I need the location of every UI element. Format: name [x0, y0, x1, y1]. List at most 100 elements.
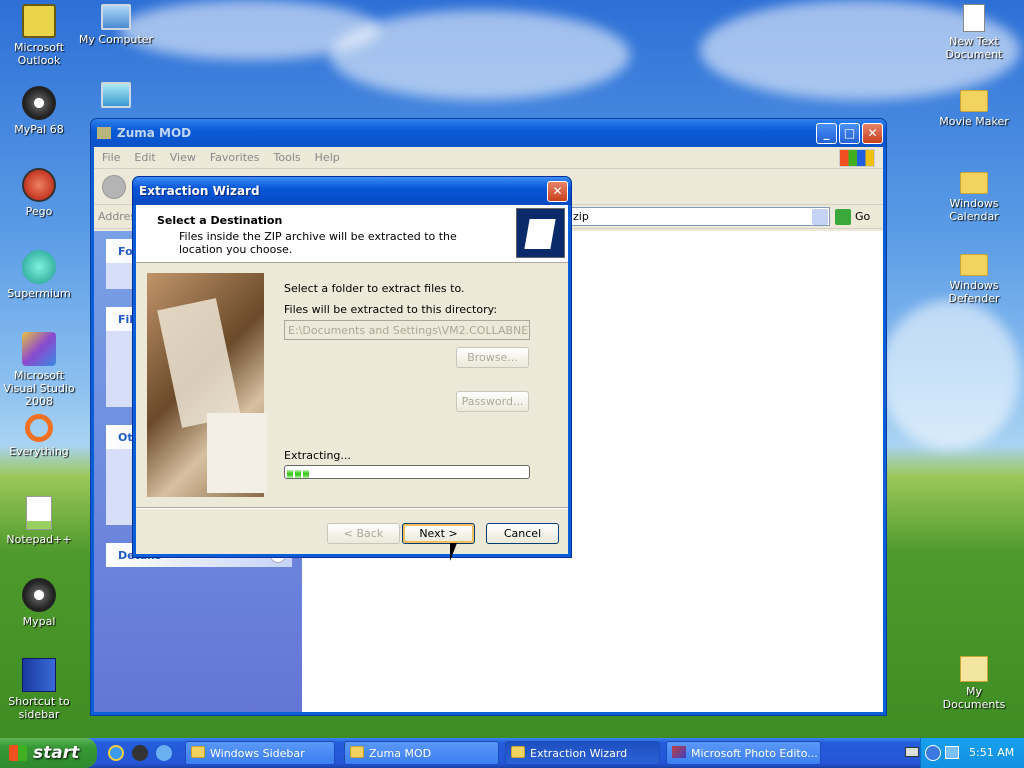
start-label: start [33, 743, 80, 763]
desktop-icon-supermium[interactable]: Supermium [0, 250, 79, 300]
task-zuma-mod[interactable]: Zuma MOD [344, 741, 499, 765]
desktop-icon-mypal[interactable]: Mypal [0, 578, 79, 628]
progress-bar [284, 465, 530, 479]
notepadpp-icon [26, 496, 52, 530]
mypal-icon[interactable] [132, 745, 148, 761]
desktop-icon-label: Microsoft Visual Studio 2008 [3, 369, 75, 408]
sidebar-icon [22, 658, 56, 692]
folder-icon [97, 127, 111, 139]
desktop-icon-my-computer[interactable]: My Computer [76, 4, 156, 46]
wizard-close-button[interactable]: ✕ [547, 181, 568, 202]
desktop-icon-label: My Documents [942, 685, 1006, 711]
desktop-icon-windows-defender[interactable]: Windows Defender [934, 250, 1014, 305]
wizard-header: Select a Destination Files inside the ZI… [136, 205, 568, 263]
back-icon[interactable] [102, 175, 126, 199]
taskbar: start Windows Sidebar Zuma MOD Extractio… [0, 738, 1024, 768]
windows-logo-icon [9, 745, 27, 761]
folder-icon [960, 90, 988, 112]
desktop-icon-everything[interactable]: Everything [0, 414, 79, 458]
desktop-icon-windows-calendar[interactable]: Windows Calendar [934, 168, 1014, 223]
desktop-icon-outlook[interactable]: Microsoft Outlook [0, 4, 79, 67]
go-icon[interactable] [835, 209, 851, 225]
cancel-button[interactable]: Cancel [486, 523, 559, 544]
desktop-icon-label: Windows Calendar [949, 197, 999, 223]
supermium-icon [22, 250, 56, 284]
desktop-icon-pego[interactable]: Pego [0, 168, 79, 218]
desktop-icon-notepadpp[interactable]: Notepad++ [0, 496, 79, 546]
task-extraction-wizard[interactable]: Extraction Wizard [505, 741, 660, 765]
desktop-icon-label: Movie Maker [939, 115, 1009, 128]
text-document-icon [963, 4, 985, 32]
desktop-icon-label: Microsoft Outlook [13, 41, 65, 67]
browse-button[interactable]: Browse... [456, 347, 529, 368]
desktop-icon-label: My Computer [78, 33, 154, 46]
desktop-icon-network[interactable] [76, 82, 156, 111]
wizard-illustration [147, 273, 267, 497]
menu-help[interactable]: Help [315, 151, 340, 164]
desktop-icon-my-documents[interactable]: My Documents [934, 656, 1014, 711]
network-icon[interactable] [945, 746, 959, 759]
explorer-titlebar[interactable]: Zuma MOD [91, 119, 886, 147]
wizard-subheading: Files inside the ZIP archive will be ext… [179, 230, 457, 256]
menu-tools[interactable]: Tools [274, 151, 301, 164]
desktop-icon-mypal68[interactable]: MyPal 68 [0, 86, 79, 136]
address-dropdown-button[interactable] [812, 209, 828, 225]
network-computer-icon [101, 82, 131, 108]
address-input[interactable]: zip [568, 207, 830, 226]
task-photo-editor[interactable]: Microsoft Photo Edito... [666, 741, 821, 765]
folder-icon [960, 172, 988, 194]
directory-value: E:\Documents and Settings\VM2.COLLABNET\… [288, 324, 530, 337]
pego-icon [22, 168, 56, 202]
select-folder-label: Select a folder to extract files to. [284, 282, 465, 295]
window-title: Zuma MOD [117, 126, 192, 140]
go-label[interactable]: Go [855, 210, 870, 223]
wizard-divider [136, 507, 568, 509]
back-button[interactable]: < Back [327, 523, 400, 544]
mouse-cursor-icon [450, 543, 457, 561]
password-button[interactable]: Password... [456, 391, 529, 412]
maximize-button[interactable]: □ [839, 123, 860, 144]
wizard-heading: Select a Destination [157, 214, 283, 227]
close-button[interactable]: ✕ [862, 123, 883, 144]
browser-icon[interactable] [156, 745, 172, 761]
computer-icon [101, 4, 131, 30]
menu-favorites[interactable]: Favorites [210, 151, 260, 164]
visual-studio-icon [22, 332, 56, 366]
ie-icon[interactable] [108, 745, 124, 761]
menu-bar: File Edit View Favorites Tools Help [94, 147, 883, 169]
tray-expand-icon[interactable] [925, 745, 941, 761]
directory-field[interactable]: E:\Documents and Settings\VM2.COLLABNET\… [284, 320, 530, 340]
folder-icon [511, 746, 525, 758]
wizard-titlebar[interactable]: Extraction Wizard [133, 177, 571, 205]
start-button[interactable]: start [0, 738, 97, 768]
quick-launch [108, 745, 176, 761]
desktop-icon-label: Shortcut to sidebar [8, 695, 70, 721]
menu-file[interactable]: File [102, 151, 120, 164]
raccoon-icon [22, 86, 56, 120]
keyboard-icon[interactable] [905, 747, 919, 757]
task-label: Windows Sidebar [210, 747, 305, 760]
dir-label: Files will be extracted to this director… [284, 303, 498, 316]
desktop-icon-label: New Text Document [945, 35, 1003, 61]
minimize-button[interactable]: _ [816, 123, 837, 144]
folder-icon [960, 254, 988, 276]
task-label: Zuma MOD [369, 747, 432, 760]
task-windows-sidebar[interactable]: Windows Sidebar [185, 741, 335, 765]
desktop-icon-visual-studio[interactable]: Microsoft Visual Studio 2008 [0, 332, 79, 408]
outlook-icon [22, 4, 56, 38]
desktop-icon-sidebar-shortcut[interactable]: Shortcut to sidebar [0, 658, 79, 721]
wizard-title: Extraction Wizard [139, 184, 260, 198]
desktop-icon-movie-maker[interactable]: Movie Maker [934, 86, 1014, 128]
menu-view[interactable]: View [170, 151, 196, 164]
desktop-icon-new-text-document[interactable]: New Text Document [934, 4, 1014, 61]
desktop-icon-label: MyPal 68 [14, 123, 64, 136]
everything-icon [25, 414, 53, 442]
desktop-icon-label: Supermium [7, 287, 71, 300]
folder-icon [350, 746, 364, 758]
menu-edit[interactable]: Edit [134, 151, 155, 164]
clock[interactable]: 5:51 AM [969, 746, 1014, 759]
extraction-wizard-dialog[interactable]: Extraction Wizard ✕ Select a Destination… [132, 176, 572, 558]
desktop-icon-label: Notepad++ [6, 533, 72, 546]
desktop-icon-label: Pego [25, 205, 53, 218]
next-button[interactable]: Next > [402, 523, 475, 544]
